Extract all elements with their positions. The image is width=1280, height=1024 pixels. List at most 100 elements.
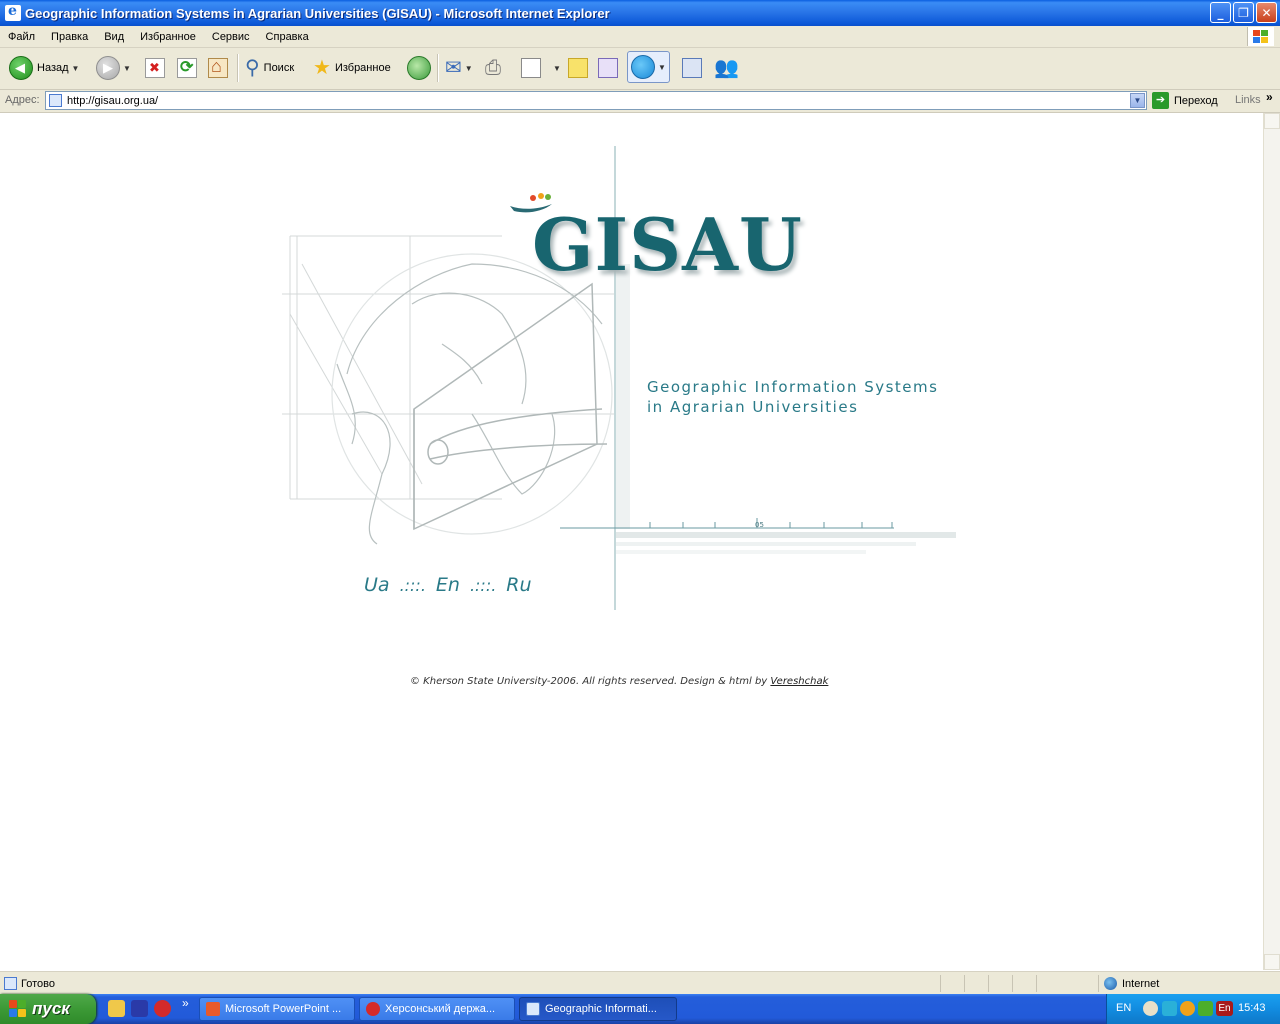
vertical-scrollbar[interactable] (1263, 113, 1280, 970)
skype-dropdown-icon[interactable]: ▼ (658, 63, 666, 72)
people-button[interactable]: 👥 (714, 52, 739, 84)
powerpoint-icon (206, 1002, 220, 1016)
tray-app-icon[interactable] (1180, 1001, 1195, 1016)
start-button[interactable]: пуск (0, 994, 96, 1024)
note-icon (568, 58, 588, 78)
menu-file[interactable]: Файл (0, 31, 43, 43)
forward-icon (96, 56, 120, 80)
globe-outline (331, 253, 613, 545)
quicklaunch-save-icon[interactable] (131, 1000, 148, 1017)
status-pane-divider (1012, 975, 1013, 992)
back-dropdown-icon[interactable]: ▼ (72, 64, 80, 73)
home-button[interactable] (208, 52, 228, 84)
status-pane-divider (940, 975, 941, 992)
research-icon (682, 58, 702, 78)
menu-bar: Файл Правка Вид Избранное Сервис Справка (0, 26, 1280, 48)
task-internet-explorer[interactable]: Geographic Informati... (519, 997, 677, 1021)
forward-dropdown-icon[interactable]: ▼ (123, 64, 131, 73)
tray-security-icon[interactable] (1198, 1001, 1213, 1016)
tray-clock: 15:43 (1238, 1002, 1266, 1014)
windows-taskbar: пуск » Microsoft PowerPoint ... Херсонсь… (0, 994, 1280, 1024)
tray-skype-icon[interactable] (1162, 1001, 1177, 1016)
copyright-footer: © Kherson State University-2006. All rig… (410, 676, 828, 687)
stop-button[interactable] (145, 52, 165, 84)
history-button[interactable] (407, 52, 431, 84)
status-pane-divider (1098, 975, 1099, 992)
edit-button[interactable]: ▼ (521, 52, 561, 84)
menu-view[interactable]: Вид (96, 31, 132, 43)
back-icon (9, 56, 33, 80)
edit-icon (521, 58, 541, 78)
task-label: Херсонський держа... (385, 1003, 496, 1015)
tagline-line-1: Geographic Information Systems (647, 378, 939, 396)
task-powerpoint[interactable]: Microsoft PowerPoint ... (199, 997, 355, 1021)
start-label: пуск (32, 999, 70, 1018)
home-icon (208, 56, 228, 78)
skype-button[interactable]: ▼ (627, 51, 670, 83)
author-link[interactable]: Vereshchak (770, 676, 828, 687)
refresh-button[interactable] (177, 52, 197, 84)
skype-icon (631, 55, 655, 79)
messenger-button[interactable] (598, 52, 618, 84)
windows-flag-icon (9, 1000, 27, 1018)
links-label[interactable]: Links (1235, 94, 1261, 106)
ruler-strip (616, 264, 630, 529)
search-button[interactable]: ⚲ Поиск (245, 52, 294, 84)
go-button[interactable]: ➔ Переход (1152, 92, 1218, 109)
note-button[interactable] (568, 52, 588, 84)
status-pane-divider (988, 975, 989, 992)
favorites-button[interactable]: ★ Избранное (313, 52, 391, 84)
task-label: Geographic Informati... (545, 1003, 657, 1015)
mail-icon: ✉ (445, 57, 462, 79)
address-label: Адрес: (5, 94, 40, 106)
quicklaunch-more-icon[interactable]: » (182, 996, 189, 1010)
menu-help[interactable]: Справка (258, 31, 317, 43)
links-chevron-icon[interactable]: » (1266, 90, 1273, 104)
tray-language[interactable]: EN (1116, 1002, 1131, 1014)
go-label: Переход (1174, 94, 1218, 107)
print-button[interactable]: ⎙ (485, 52, 501, 84)
system-tray: EN En 15:43 (1106, 994, 1280, 1024)
back-label: Назад (37, 62, 69, 74)
people-icon: 👥 (714, 57, 739, 79)
language-links: Ua .:::. En .:::. Ru (364, 574, 532, 596)
page-icon (49, 94, 62, 107)
scroll-down-icon[interactable] (1264, 954, 1280, 970)
edit-dropdown-icon[interactable]: ▼ (553, 64, 561, 73)
close-button[interactable]: ✕ (1256, 2, 1277, 23)
lang-separator: .:::. (399, 576, 426, 595)
scroll-up-icon[interactable] (1264, 113, 1280, 129)
ie-icon (5, 3, 21, 21)
menu-favorites[interactable]: Избранное (132, 31, 204, 43)
map-plane (413, 282, 608, 531)
scale-label: 05 (755, 521, 764, 529)
forward-button[interactable]: ▼ (96, 52, 131, 84)
research-button[interactable] (682, 52, 702, 84)
lang-link-en[interactable]: En (436, 574, 460, 596)
address-dropdown-icon[interactable]: ▼ (1130, 93, 1145, 108)
quicklaunch-messenger-icon[interactable] (108, 1000, 125, 1017)
menu-tools[interactable]: Сервис (204, 31, 258, 43)
task-opera[interactable]: Херсонський держа... (359, 997, 515, 1021)
quicklaunch-opera-icon[interactable] (154, 1000, 171, 1017)
menu-edit[interactable]: Правка (43, 31, 96, 43)
lang-link-ua[interactable]: Ua (364, 574, 390, 596)
maximize-button[interactable]: ❐ (1233, 2, 1254, 23)
lang-link-ru[interactable]: Ru (506, 574, 531, 596)
refresh-icon (177, 57, 197, 78)
tray-expand-icon[interactable] (1143, 1001, 1158, 1016)
mail-button[interactable]: ✉ ▼ (445, 52, 473, 84)
standard-toolbar: Назад ▼ ▼ ⚲ Поиск ★ Избранное ✉ ▼ ⎙ ▼ (0, 48, 1280, 90)
toolbar-separator (437, 54, 439, 82)
mail-dropdown-icon[interactable]: ▼ (465, 64, 473, 73)
page-viewport: GISAU 05 Geographic Information Systems … (2, 114, 1262, 969)
page-status-icon (4, 977, 17, 990)
tray-keyboard-layout[interactable]: En (1216, 1001, 1233, 1016)
back-button[interactable]: Назад ▼ (9, 52, 79, 84)
minimize-button[interactable]: _ (1210, 2, 1231, 23)
address-input[interactable]: http://gisau.org.ua/ ▼ (45, 91, 1147, 110)
favorites-star-icon: ★ (313, 57, 331, 79)
window-titlebar[interactable]: Geographic Information Systems in Agrari… (0, 0, 1280, 26)
lang-separator: .:::. (469, 576, 497, 595)
address-url[interactable]: http://gisau.org.ua/ (67, 95, 158, 107)
